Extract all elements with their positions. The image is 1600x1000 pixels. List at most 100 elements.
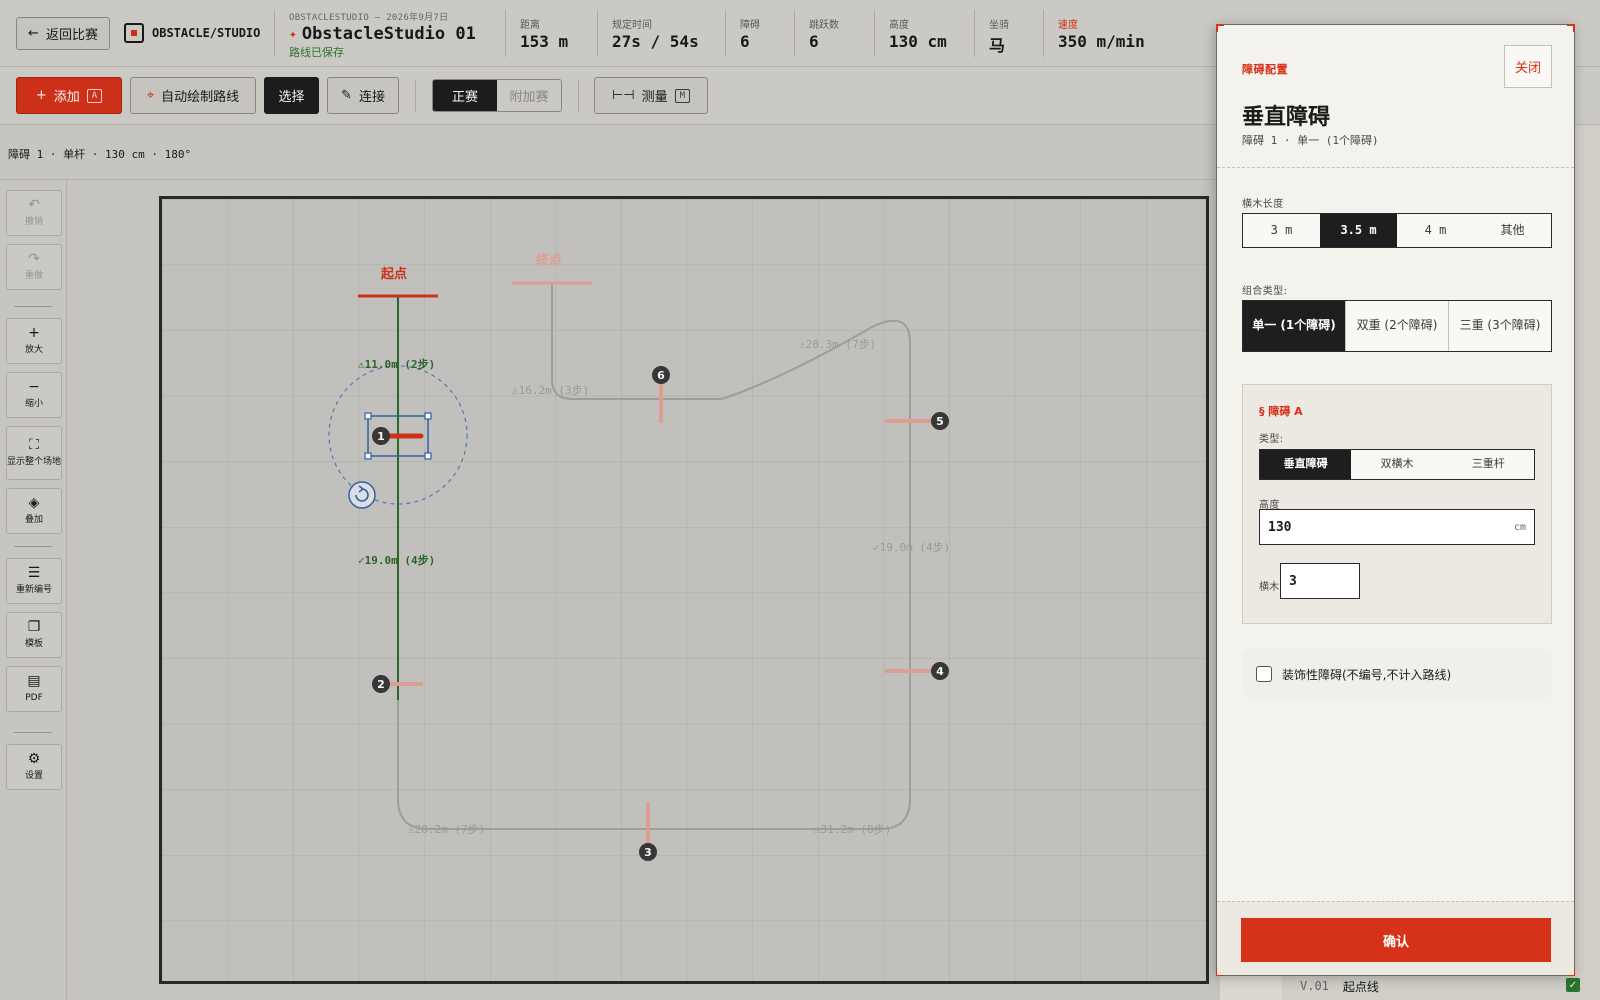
connect-tool-button[interactable]: ✎ 连接: [327, 77, 399, 114]
dialog-kicker: 障碍配置: [1242, 63, 1288, 76]
ruler-icon: ⊢⊣: [611, 88, 635, 103]
rotate-handle: [348, 481, 376, 509]
combo-option[interactable]: 单一 (1个障碍): [1243, 301, 1345, 351]
obstacle-config-dialog: 障碍配置 关闭 垂直障碍 障碍 1 · 单一 (1个障碍) 横木长度 3 m 3…: [1216, 24, 1575, 976]
type-option[interactable]: 三重杆: [1443, 450, 1534, 479]
rail-length-option[interactable]: 其他: [1474, 214, 1551, 247]
combo-label: 组合类型:: [1242, 286, 1288, 297]
numbered-list-icon: ☰: [27, 565, 41, 582]
decorative-checkbox[interactable]: [1256, 666, 1272, 682]
rails-label: 横木: [1259, 582, 1279, 593]
obstacle-4-number[interactable]: 4: [931, 662, 949, 680]
stat-time-allowed: 规定时间 27s / 54s: [612, 20, 699, 51]
studio-logo: OBSTACLE/STUDIO: [124, 23, 260, 43]
arena-field[interactable]: 起点 终点 1 2 3 4 5 6 ⚠11.0m (2步) ✓19.0m (4步…: [159, 196, 1209, 984]
undo-icon: ↶: [28, 197, 40, 214]
rail-length-option[interactable]: 4 m: [1397, 214, 1474, 247]
gear-icon: ⚙: [27, 751, 41, 768]
save-status: 路线已保存: [289, 46, 344, 59]
obstacle-a-title: § 障碍 A: [1259, 405, 1303, 418]
stat-mount: 坐骑马: [989, 20, 1009, 55]
type-option[interactable]: 垂直障碍: [1260, 450, 1352, 479]
stat-height: 高度 130 cm: [889, 20, 947, 51]
mode-main-round[interactable]: 正赛: [433, 80, 497, 111]
shortcut-hint: M: [674, 88, 691, 103]
rail-length-option[interactable]: 3 m: [1243, 214, 1320, 247]
distance-6-finish: ⚠16.2m (3步): [512, 384, 590, 397]
type-label: 类型:: [1259, 434, 1284, 445]
rail-length-option[interactable]: 3.5 m: [1320, 214, 1397, 247]
settings-button[interactable]: ⚙ 设置: [6, 744, 62, 790]
confirm-button[interactable]: 确认: [1241, 918, 1551, 962]
combo-option[interactable]: 三重 (3个障碍): [1448, 301, 1551, 351]
back-button[interactable]: ← 返回比赛: [16, 17, 110, 50]
finish-label: 终点: [536, 253, 563, 268]
document-info: OBSTACLESTUDIO — 2026年9月7日 ✦ ObstacleStu…: [289, 10, 476, 60]
dialog-subtitle: 障碍 1 · 单一 (1个障碍): [1242, 134, 1379, 147]
obstacle-1-number[interactable]: 1: [372, 427, 390, 445]
distance-5-6: ⚠28.3m (7步): [799, 338, 877, 351]
document-date: OBSTACLESTUDIO — 2026年9月7日: [289, 13, 449, 23]
distance-1-2: ✓19.0m (4步): [358, 554, 436, 567]
fit-screen-icon: ⛶: [29, 437, 39, 454]
shortcut-hint: A: [86, 88, 103, 103]
distance-4-5: ✓19.0m (4步): [873, 541, 951, 554]
left-toolbar: ↶ 撤销 ↷ 重做 + 放大 − 缩小 ⛶ 显示整个场地 ◈ 叠加 ☰ 重新编号 ❐ 模板 ▤ P…: [0, 180, 67, 1000]
start-label: 起点: [381, 267, 408, 282]
check-icon[interactable]: ✓: [1566, 978, 1580, 992]
minus-icon: −: [28, 379, 40, 396]
fit-field-button[interactable]: ⛶ 显示整个场地: [6, 426, 62, 480]
plus-icon: +: [35, 88, 47, 103]
combo-selector: 单一 (1个障碍) 双重 (2个障碍) 三重 (3个障碍): [1242, 300, 1552, 352]
undo-button[interactable]: ↶ 撤销: [6, 190, 62, 236]
document-title[interactable]: ✦ ObstacleStudio 01: [289, 24, 476, 44]
close-button[interactable]: 关闭: [1504, 45, 1552, 88]
template-button[interactable]: ❐ 模板: [6, 612, 62, 658]
renumber-button[interactable]: ☰ 重新编号: [6, 558, 62, 604]
rails-input[interactable]: 3: [1280, 563, 1360, 599]
course-list-row[interactable]: V.01 起点线: [1282, 972, 1600, 1000]
height-input[interactable]: 130 cm: [1259, 509, 1535, 545]
arrow-left-icon: ←: [28, 26, 39, 41]
rail-length-label: 横木长度: [1242, 199, 1284, 210]
distance-start-1: ⚠11.0m (2步): [358, 358, 436, 371]
round-mode-toggle: 正赛 附加赛: [432, 79, 562, 112]
pdf-icon: ▤: [27, 673, 41, 690]
layers-icon: ◈: [28, 495, 40, 512]
auto-route-button[interactable]: ⌖ 自动绘制路线: [130, 77, 256, 114]
obstacle-2-number[interactable]: 2: [372, 675, 390, 693]
selection-info: 障碍 1 · 单杆 · 130 cm · 180°: [8, 148, 192, 161]
dialog-title: 垂直障碍: [1242, 105, 1331, 130]
measure-tool-button[interactable]: ⊢⊣ 测量 M: [594, 77, 708, 114]
obstacle-5-number[interactable]: 5: [931, 412, 949, 430]
pen-icon: ✎: [341, 88, 352, 103]
pdf-button[interactable]: ▤ PDF: [6, 666, 62, 712]
rail-length-selector: 3 m 3.5 m 4 m 其他: [1242, 213, 1552, 248]
overlay-button[interactable]: ◈ 叠加: [6, 488, 62, 534]
stat-speed: 速度 350 m/min: [1058, 20, 1145, 51]
type-option[interactable]: 双横木: [1351, 450, 1442, 479]
redo-button[interactable]: ↷ 重做: [6, 244, 62, 290]
copy-icon: ❐: [27, 619, 41, 636]
stat-distance: 距离 153 m: [520, 20, 569, 51]
decorative-option[interactable]: 装饰性障碍(不编号,不计入路线): [1242, 649, 1552, 699]
stat-jumps: 跳跃数 6: [809, 20, 839, 51]
logo-icon: [124, 23, 144, 43]
redo-icon: ↷: [28, 251, 40, 268]
distance-2-3: ⚠28.2m (7步): [408, 823, 486, 836]
dialog-footer: 确认: [1217, 901, 1574, 975]
obstacle-6-number[interactable]: 6: [652, 366, 670, 384]
zoom-out-button[interactable]: − 缩小: [6, 372, 62, 418]
obstacle-3-number[interactable]: 3: [639, 843, 657, 861]
stat-obstacles: 障碍 6: [740, 20, 760, 51]
select-tool-button[interactable]: 选择: [264, 77, 319, 114]
route-icon: ⌖: [146, 88, 155, 103]
obstacle-a-section: § 障碍 A 类型: 垂直障碍 双横木 三重杆 高度 130 cm 横木 3: [1242, 384, 1552, 624]
mode-jump-off[interactable]: 附加赛: [497, 80, 561, 111]
course-drawing: [162, 199, 1206, 981]
type-selector: 垂直障碍 双横木 三重杆: [1259, 449, 1535, 480]
combo-option[interactable]: 双重 (2个障碍): [1345, 301, 1448, 351]
add-obstacle-button[interactable]: + 添加 A: [16, 77, 122, 114]
zoom-in-button[interactable]: + 放大: [6, 318, 62, 364]
distance-3-4: ⚠31.2m (8步): [814, 823, 892, 836]
